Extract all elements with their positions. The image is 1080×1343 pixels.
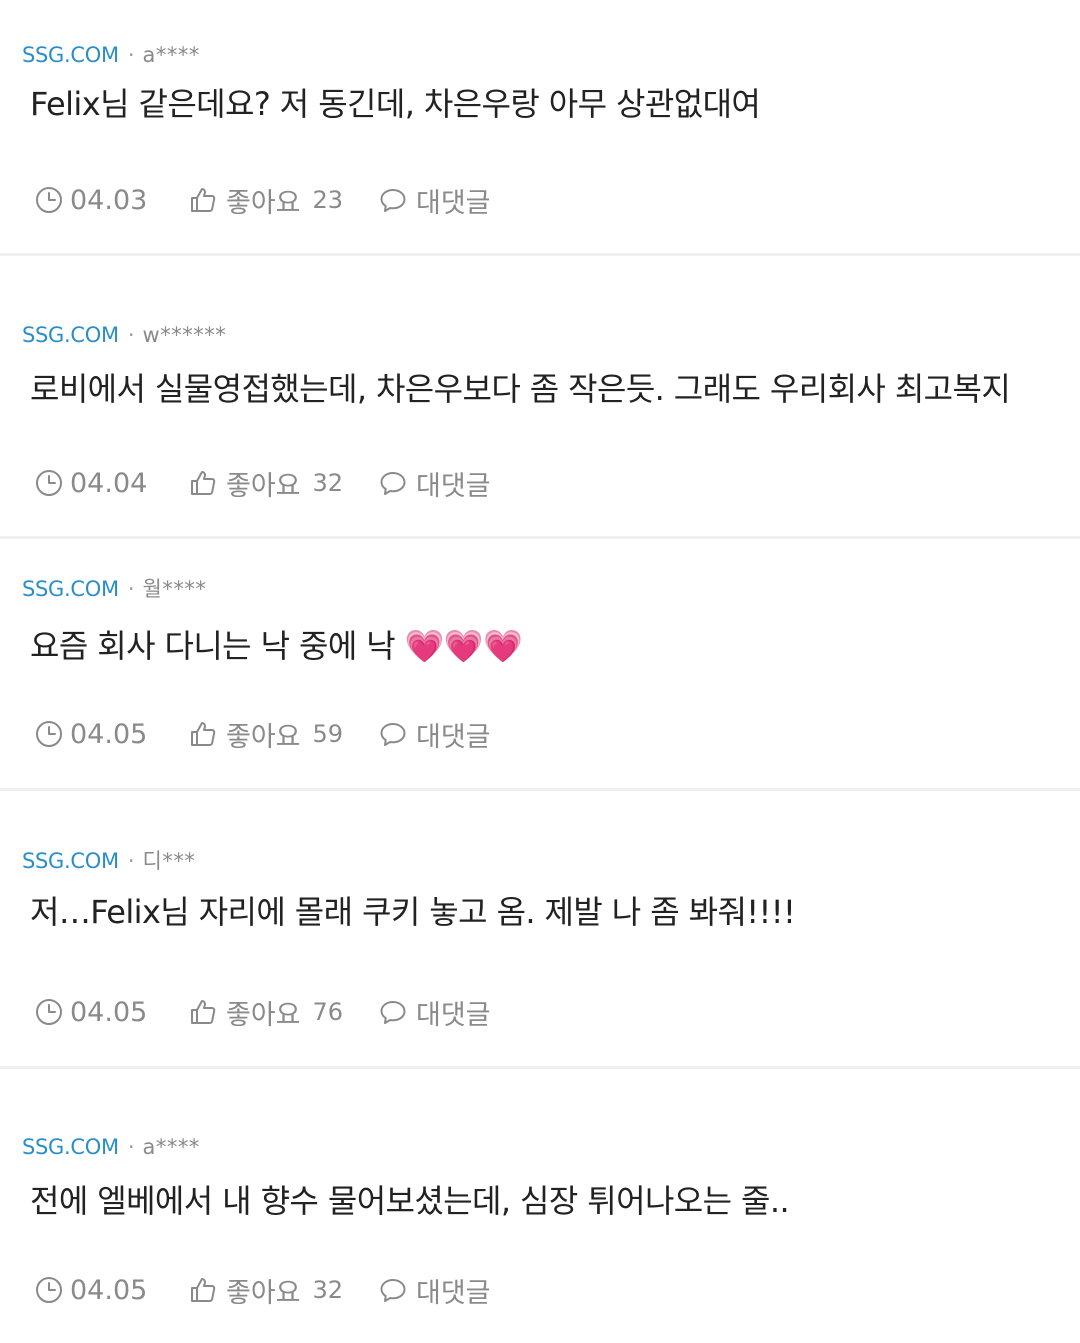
comment-text: 요즘 회사 다니는 낙 중에 낙 💗💗💗	[30, 626, 523, 666]
like-count: 32	[312, 469, 344, 497]
speech-bubble-icon	[378, 997, 408, 1027]
date-text: 04.03	[70, 184, 148, 216]
clock-icon	[34, 468, 64, 498]
clock-icon	[34, 997, 64, 1027]
speech-bubble-icon	[378, 185, 408, 215]
comment-text: 로비에서 실물영접했는데, 차은우보다 좀 작은듯. 그래도 우리회사 최고복지	[30, 369, 1011, 409]
reply-label: 대댓글	[416, 470, 491, 502]
reply-label: 대댓글	[416, 1277, 491, 1309]
like-label: 좋아요	[226, 470, 301, 502]
like-button[interactable]: 좋아요 76	[188, 993, 378, 1032]
comment-divider	[0, 253, 1080, 256]
date-text: 04.05	[70, 1274, 148, 1306]
reply-button[interactable]: 대댓글	[378, 181, 491, 220]
heart-emoji: 💗💗💗	[404, 627, 523, 665]
author-name: a****	[142, 1135, 200, 1159]
comment-list: SSG.COM · a**** Felix님 같은데요? 저 동긴데, 차은우랑 아무…	[0, 0, 1080, 1343]
comment-actions: 04.04 좋아요 32 대댓글	[34, 464, 491, 503]
like-count: 59	[312, 720, 344, 748]
comment-meta: SSG.COM · w******	[22, 322, 226, 348]
comment-actions: 04.05 좋아요 59 대댓글	[34, 715, 491, 754]
comment-actions: 04.05 좋아요 76 대댓글	[34, 993, 491, 1032]
comment-text-content: 로비에서 실물영접했는데, 차은우보다 좀 작은듯. 그래도 우리회사 최고복지	[30, 370, 1011, 408]
thumbs-up-icon	[188, 719, 218, 749]
comment-date: 04.04	[34, 468, 188, 499]
like-label: 좋아요	[226, 721, 301, 753]
reply-label: 대댓글	[416, 721, 491, 753]
comment-meta: SSG.COM · a****	[22, 42, 200, 68]
meta-separator: ·	[127, 577, 135, 601]
author-name: 월****	[142, 577, 207, 601]
comment-text: 전에 엘베에서 내 향수 물어보셨는데, 심장 튀어나오는 줄..	[30, 1181, 790, 1221]
like-label: 좋아요	[226, 999, 301, 1031]
comment-actions: 04.03 좋아요 23 대댓글	[34, 181, 491, 220]
like-button[interactable]: 좋아요 32	[188, 1271, 378, 1310]
speech-bubble-icon	[378, 1275, 408, 1305]
comment-text: 저…Felix님 자리에 몰래 쿠키 놓고 옴. 제발 나 좀 봐줘!!!!	[30, 892, 796, 932]
comment-text-content: 저…Felix님 자리에 몰래 쿠키 놓고 옴. 제발 나 좀 봐줘!!!!	[30, 893, 796, 931]
comment-meta: SSG.COM · 월****	[22, 576, 206, 602]
comment-divider	[0, 536, 1080, 539]
author-name: w******	[142, 323, 227, 347]
comment-actions: 04.05 좋아요 32 대댓글	[34, 1271, 491, 1310]
speech-bubble-icon	[378, 468, 408, 498]
clock-icon	[34, 185, 64, 215]
comment-text-content: Felix님 같은데요? 저 동긴데, 차은우랑 아무 상관없대여	[30, 85, 761, 123]
comment-date: 04.05	[34, 719, 188, 750]
like-count: 76	[312, 998, 344, 1026]
meta-separator: ·	[127, 43, 135, 67]
like-count: 32	[312, 1276, 344, 1304]
like-button[interactable]: 좋아요 32	[188, 464, 378, 503]
reply-button[interactable]: 대댓글	[378, 1271, 491, 1310]
comment-text-content: 요즘 회사 다니는 낙 중에 낙	[30, 627, 405, 665]
thumbs-up-icon	[188, 185, 218, 215]
like-label: 좋아요	[226, 1277, 301, 1309]
like-button[interactable]: 좋아요 59	[188, 715, 378, 754]
meta-separator: ·	[127, 849, 135, 873]
comment-text-content: 전에 엘베에서 내 향수 물어보셨는데, 심장 튀어나오는 줄..	[30, 1182, 790, 1220]
meta-separator: ·	[127, 323, 135, 347]
like-count: 23	[312, 186, 344, 214]
meta-separator: ·	[127, 1135, 135, 1159]
comment-meta: SSG.COM · 디***	[22, 848, 195, 874]
like-label: 좋아요	[226, 187, 301, 219]
thumbs-up-icon	[188, 1275, 218, 1305]
author-name: a****	[142, 43, 200, 67]
reply-button[interactable]: 대댓글	[378, 993, 491, 1032]
comment-date: 04.05	[34, 1275, 188, 1306]
reply-label: 대댓글	[416, 187, 491, 219]
clock-icon	[34, 719, 64, 749]
comment-date: 04.05	[34, 997, 188, 1028]
speech-bubble-icon	[378, 719, 408, 749]
thumbs-up-icon	[188, 468, 218, 498]
comment-divider	[0, 1066, 1080, 1069]
like-button[interactable]: 좋아요 23	[188, 181, 378, 220]
date-text: 04.05	[70, 718, 148, 750]
source-label[interactable]: SSG.COM	[22, 1134, 119, 1160]
comment-divider	[0, 788, 1080, 791]
reply-button[interactable]: 대댓글	[378, 464, 491, 503]
reply-button[interactable]: 대댓글	[378, 715, 491, 754]
source-label[interactable]: SSG.COM	[22, 848, 119, 874]
thumbs-up-icon	[188, 997, 218, 1027]
source-label[interactable]: SSG.COM	[22, 322, 119, 348]
date-text: 04.04	[70, 467, 148, 499]
date-text: 04.05	[70, 996, 148, 1028]
source-label[interactable]: SSG.COM	[22, 42, 119, 68]
comment-date: 04.03	[34, 185, 188, 216]
reply-label: 대댓글	[416, 999, 491, 1031]
source-label[interactable]: SSG.COM	[22, 576, 119, 602]
comment-meta: SSG.COM · a****	[22, 1134, 200, 1160]
author-name: 디***	[142, 849, 196, 873]
comment-text: Felix님 같은데요? 저 동긴데, 차은우랑 아무 상관없대여	[30, 84, 761, 124]
clock-icon	[34, 1275, 64, 1305]
